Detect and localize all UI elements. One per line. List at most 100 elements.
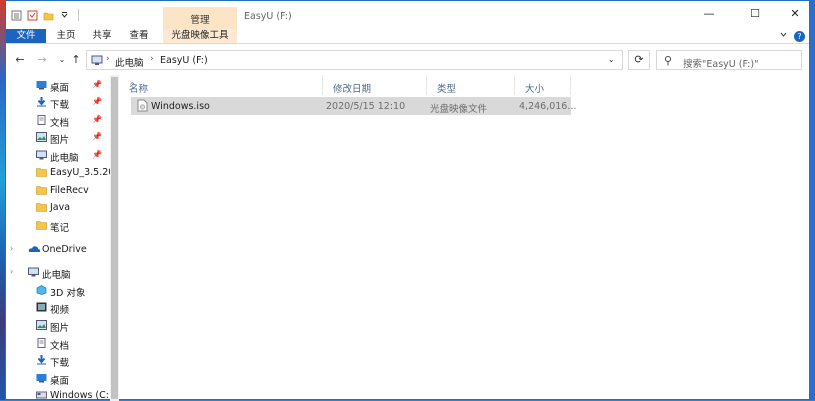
tab-file[interactable]: 文件	[6, 29, 46, 43]
sidebar-item[interactable]: › OneDrive	[6, 241, 110, 258]
quick-access-toolbar	[10, 6, 83, 24]
pin-icon: 📌	[92, 132, 102, 141]
sidebar-item[interactable]: 视频	[6, 299, 110, 316]
qat-separator	[78, 9, 79, 21]
video-icon	[36, 302, 47, 312]
explorer-app-icon	[10, 9, 22, 21]
tab-share[interactable]: 共享	[86, 29, 118, 43]
address-dropdown-chevron-icon[interactable]: ⌄	[608, 55, 615, 64]
tab-view[interactable]: 查看	[122, 29, 156, 43]
column-header-type-label: 类型	[437, 84, 457, 95]
desktop-icon	[36, 80, 47, 90]
expand-chevron-icon[interactable]: ›	[10, 244, 13, 253]
forward-arrow-icon[interactable]: →	[34, 53, 50, 67]
maximize-button[interactable]: ☐	[742, 5, 768, 23]
expand-ribbon-chevron-icon[interactable]	[779, 30, 788, 42]
sidebar-item-label: FileRecv	[50, 185, 89, 196]
sidebar-item-label: 桌面	[50, 376, 70, 387]
sidebar-item[interactable]: Windows (C:)	[6, 387, 110, 401]
file-list: 名称 ^ 修改日期 类型 大小 Windows.iso 2020/5/15 12…	[119, 75, 809, 401]
download-icon	[36, 97, 47, 107]
refresh-icon[interactable]: ⟳	[628, 50, 650, 70]
sidebar-item-label: 笔记	[50, 223, 70, 234]
sidebar-item[interactable]: 下载	[6, 352, 110, 369]
ribbon-tab-bar: 文件 主页 共享 查看 光盘映像工具 ?	[6, 29, 809, 44]
sidebar-item[interactable]: 文档	[6, 335, 110, 352]
navigation-pane-scrollbar[interactable]	[110, 75, 119, 401]
back-arrow-icon[interactable]: ←	[12, 53, 28, 67]
tab-home[interactable]: 主页	[50, 29, 82, 43]
sidebar-item[interactable]: 此电脑 📌	[6, 147, 110, 164]
column-header-type[interactable]: 类型	[427, 75, 515, 95]
sidebar-item[interactable]: EasyU_3.5.201	[6, 164, 110, 181]
sidebar-item-label: 图片	[50, 135, 70, 146]
ribbon-right-controls: ?	[779, 29, 805, 43]
sidebar-item[interactable]: 图片	[6, 317, 110, 334]
context-tab-group-label: 管理	[190, 15, 210, 26]
sidebar-item-label: Java	[50, 202, 71, 213]
this-pc-icon	[91, 54, 103, 69]
sidebar-item[interactable]: 桌面	[6, 370, 110, 387]
document-icon	[36, 115, 47, 125]
sidebar-item-label: 视频	[50, 305, 70, 316]
address-bar[interactable]: › 此电脑 › EasyU (F:)	[86, 50, 623, 70]
sidebar-item[interactable]: 3D 对象	[6, 282, 110, 299]
pin-icon: 📌	[92, 80, 102, 89]
up-arrow-icon[interactable]: ↑	[68, 53, 84, 67]
search-placeholder[interactable]: 搜索"EasyU (F:)"	[683, 56, 758, 70]
breadcrumb-chevron-icon[interactable]: ›	[150, 54, 154, 64]
sidebar-item-label: EasyU_3.5.201	[50, 167, 110, 178]
table-row[interactable]: Windows.iso 2020/5/15 12:10 光盘映像文件 4,246…	[131, 97, 576, 115]
scrollbar-thumb[interactable]	[111, 77, 118, 399]
sidebar-item[interactable]: FileRecv	[6, 182, 110, 199]
sidebar-item[interactable]: Java	[6, 199, 110, 216]
sidebar-item[interactable]: 桌面 📌	[6, 77, 110, 94]
folder-icon	[36, 167, 47, 177]
folder-icon	[36, 220, 47, 230]
pin-icon: 📌	[92, 97, 102, 106]
breadcrumb-this-pc[interactable]: 此电脑	[115, 55, 144, 69]
sidebar-item[interactable]: 下载 📌	[6, 94, 110, 111]
folder-icon	[36, 185, 47, 195]
picture-icon	[36, 320, 47, 330]
minimize-button[interactable]: —	[696, 5, 722, 23]
download-icon	[36, 355, 47, 365]
sidebar-item-label: 此电脑	[50, 153, 79, 164]
close-button[interactable]: ✕	[782, 5, 808, 23]
sidebar-item[interactable]: 文档 📌	[6, 112, 110, 129]
breadcrumb-chevron-icon[interactable]: ›	[106, 54, 110, 64]
sidebar-item-label: 此电脑	[42, 270, 71, 281]
sidebar-item[interactable]: 笔记	[6, 217, 110, 234]
picture-icon	[36, 132, 47, 142]
explorer-window: 管理 EasyU (F:) — ☐ ✕ 文件 主页 共享 查看 光盘映像工具 ?…	[5, 0, 810, 401]
file-name: Windows.iso	[151, 101, 210, 112]
customize-qat-chevron-icon[interactable]	[58, 9, 70, 21]
expand-chevron-icon[interactable]: ›	[10, 267, 13, 276]
sidebar-item-label: 文档	[50, 118, 70, 129]
sidebar-item[interactable]: 图片 📌	[6, 129, 110, 146]
sidebar-item-label: OneDrive	[42, 244, 87, 255]
desktop-background-right	[810, 0, 815, 400]
computer-icon	[36, 150, 47, 160]
context-tab-group-manage: 管理	[163, 7, 237, 29]
drive-icon	[36, 390, 47, 400]
navigation-pane: 桌面 📌 下载 📌 文档 📌 图片 📌 此电脑 📌 EasyU_3.5.201 FileRecv Jav…	[6, 75, 110, 401]
sidebar-item[interactable]: › 此电脑	[6, 264, 110, 281]
breadcrumb-drive[interactable]: EasyU (F:)	[160, 55, 208, 66]
help-icon[interactable]: ?	[794, 30, 805, 42]
sidebar-item-label: 下载	[50, 358, 70, 369]
address-row: ← → ⌄ ↑ › 此电脑 › EasyU (F:) ⌄ ⟳ ⚲ 搜索"Easy…	[6, 45, 809, 75]
search-icon: ⚲	[664, 54, 673, 67]
column-header-size-label: 大小	[525, 84, 545, 95]
column-header-name[interactable]: 名称 ^	[119, 75, 323, 95]
sidebar-item-label: 文档	[50, 341, 70, 352]
column-header-size[interactable]: 大小	[515, 75, 571, 95]
properties-icon[interactable]	[26, 9, 38, 21]
tab-disc-image-tools[interactable]: 光盘映像工具	[163, 29, 237, 43]
search-box[interactable]: ⚲ 搜索"EasyU (F:)"	[656, 50, 802, 70]
column-header-date[interactable]: 修改日期	[323, 75, 427, 95]
disc-image-file-icon	[137, 99, 148, 115]
column-header-date-label: 修改日期	[333, 84, 372, 95]
new-folder-icon[interactable]	[42, 9, 54, 21]
folder-icon	[36, 202, 47, 212]
